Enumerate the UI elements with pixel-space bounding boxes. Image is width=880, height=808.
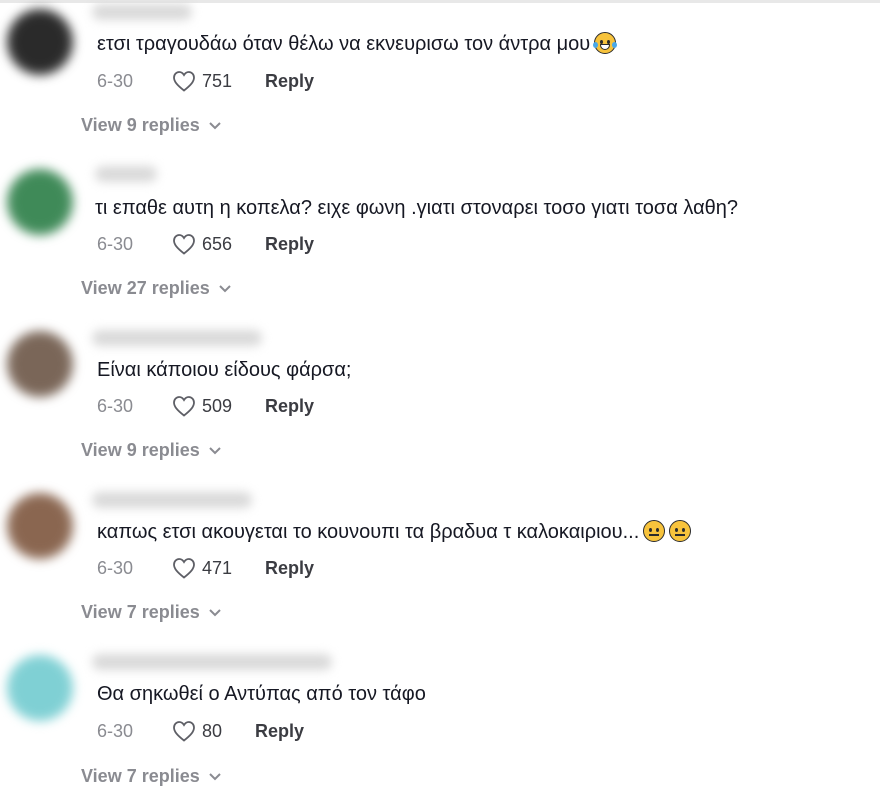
comment-date: 6-30 xyxy=(97,70,134,91)
view-replies-button[interactable]: View 7 replies xyxy=(81,766,222,787)
avatar[interactable] xyxy=(6,330,74,398)
view-replies-button[interactable]: View 7 replies xyxy=(81,602,222,623)
avatar[interactable] xyxy=(6,168,74,236)
view-replies-button[interactable]: View 9 replies xyxy=(81,115,222,136)
chevron-down-icon xyxy=(209,446,221,454)
like-button[interactable]: 656 xyxy=(172,233,265,255)
like-count: 751 xyxy=(202,70,233,91)
avatar[interactable] xyxy=(6,8,74,76)
like-count: 656 xyxy=(202,233,233,254)
comment-item: ετσι τραγουδάω όταν θέλω να εκνευρισω το… xyxy=(0,0,880,162)
heart-icon xyxy=(173,234,195,255)
like-count: 509 xyxy=(202,395,233,416)
comment-meta: 6-30 80 Reply xyxy=(97,719,304,743)
reply-button[interactable]: Reply xyxy=(265,396,314,417)
like-count: 471 xyxy=(202,557,233,578)
heart-icon xyxy=(173,558,195,579)
view-replies-button[interactable]: View 27 replies xyxy=(81,278,232,299)
like-button[interactable]: 509 xyxy=(172,395,265,417)
chevron-down-icon xyxy=(219,284,231,292)
laughing-tears-emoji xyxy=(593,32,618,54)
comment-date: 6-30 xyxy=(97,557,134,578)
like-count: 80 xyxy=(202,720,223,741)
comment-text: καπως ετσι ακουγεται το κουνουπι τα βραδ… xyxy=(97,519,692,545)
like-button[interactable]: 80 xyxy=(172,720,255,742)
username[interactable] xyxy=(92,492,252,508)
username[interactable] xyxy=(92,330,262,346)
comment-date: 6-30 xyxy=(97,233,134,254)
comment-date: 6-30 xyxy=(97,720,134,741)
avatar[interactable] xyxy=(6,492,74,560)
like-button[interactable]: 751 xyxy=(172,70,265,92)
comment-meta: 6-30 751 Reply xyxy=(97,69,314,93)
comment-text: ετσι τραγουδάω όταν θέλω να εκνευρισω το… xyxy=(97,31,618,57)
comment-text: Είναι κάποιου είδους φάρσα; xyxy=(97,359,352,381)
reply-button[interactable]: Reply xyxy=(265,71,314,92)
heart-icon xyxy=(173,721,195,742)
comment-item: τι επαθε αυτη η κοπελα? ειχε φωνη .γιατι… xyxy=(0,162,880,324)
comment-text: Θα σηκωθεί ο Αντύπας από τον τάφο xyxy=(97,683,426,705)
comment-date: 6-30 xyxy=(97,395,134,416)
heart-icon xyxy=(173,396,195,417)
like-button[interactable]: 471 xyxy=(172,557,265,579)
avatar[interactable] xyxy=(6,654,74,722)
reply-button[interactable]: Reply xyxy=(265,234,314,255)
chevron-down-icon xyxy=(209,772,221,780)
comment-meta: 6-30 656 Reply xyxy=(97,232,314,256)
comment-item: Θα σηκωθεί ο Αντύπας από τον τάφο 6-30 8… xyxy=(0,648,880,808)
comment-meta: 6-30 471 Reply xyxy=(97,556,314,580)
view-replies-button[interactable]: View 9 replies xyxy=(81,440,222,461)
comment-text: τι επαθε αυτη η κοπελα? ειχε φωνη .γιατι… xyxy=(95,197,738,219)
reply-button[interactable]: Reply xyxy=(265,558,314,579)
chevron-down-icon xyxy=(209,608,221,616)
comment-item: Είναι κάποιου είδους φάρσα; 6-30 509 Rep… xyxy=(0,324,880,486)
neutral-face-emoji xyxy=(643,520,666,542)
comment-item: καπως ετσι ακουγεται το κουνουπι τα βραδ… xyxy=(0,486,880,648)
chevron-down-icon xyxy=(209,121,221,129)
username[interactable] xyxy=(95,166,157,182)
heart-icon xyxy=(173,71,195,92)
username[interactable] xyxy=(92,4,192,20)
comment-meta: 6-30 509 Reply xyxy=(97,394,314,418)
neutral-face-emoji xyxy=(669,520,692,542)
reply-button[interactable]: Reply xyxy=(255,721,304,742)
username[interactable] xyxy=(92,654,332,670)
